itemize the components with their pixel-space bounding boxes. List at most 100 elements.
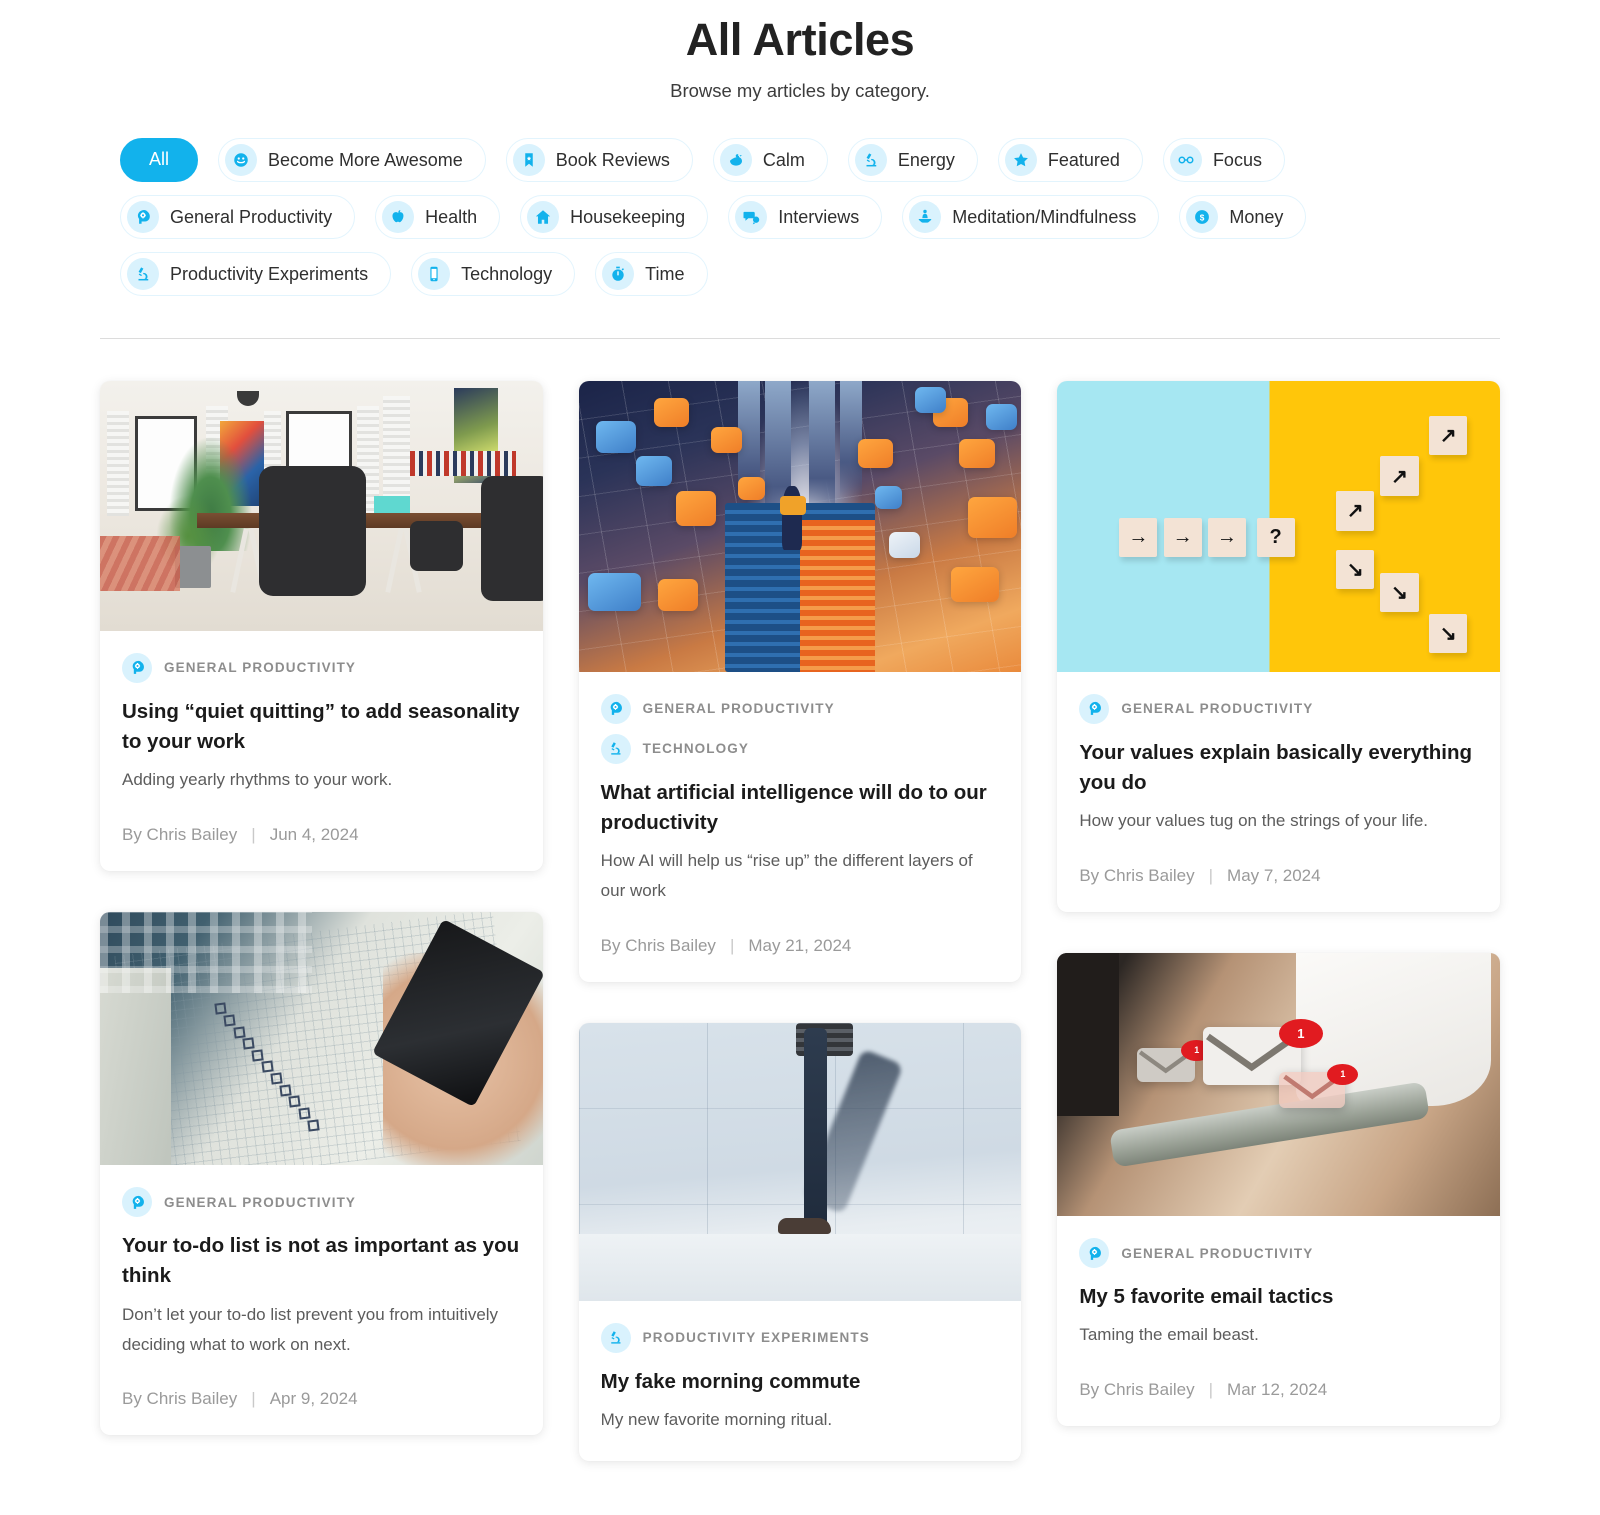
article-title[interactable]: Your to-do list is not as important as y…: [122, 1231, 521, 1292]
microscope-icon: [600, 733, 631, 764]
article-category[interactable]: General Productivity: [1079, 693, 1478, 724]
article-card-body: General Productivity Using “quiet quittin…: [100, 631, 543, 871]
duck-icon: [719, 143, 752, 176]
filter-chip-label: Meditation/Mindfulness: [952, 206, 1137, 227]
article-excerpt: How your values tug on the strings of yo…: [1079, 811, 1429, 831]
arrow-block: →: [1207, 517, 1246, 557]
dollar-coin-icon: $: [1186, 200, 1219, 233]
article-card-body: Productivity Experiments My fake morning …: [579, 1301, 1022, 1461]
article-card-body: General Productivity Your values explain …: [1057, 672, 1500, 912]
article-excerpt: How AI will help us “rise up” the differ…: [600, 851, 973, 901]
page-header: All Articles Browse my articles by categ…: [0, 0, 1600, 102]
article-card[interactable]: → → →? ↗ ↗ ↗ ↘ ↘ ↘ General Productivity Your value…: [1057, 380, 1501, 913]
filter-chip-time[interactable]: Time: [595, 251, 708, 296]
article-category-label: Productivity Experiments: [642, 1330, 870, 1346]
filter-chip-interviews[interactable]: Interviews: [728, 194, 883, 239]
article-category[interactable]: General Productivity: [122, 1187, 521, 1218]
article-category-label: General Productivity: [164, 1194, 357, 1210]
filter-chip-label: Calm: [762, 149, 805, 170]
arrow-block: ↘: [1336, 549, 1375, 589]
speech-bubbles-icon: [735, 200, 768, 233]
article-category-label: General Productivity: [642, 701, 835, 717]
meditation-icon: [909, 200, 942, 233]
article-title[interactable]: Your values explain basically everything…: [1079, 738, 1478, 799]
article-grid: General Productivity Using “quiet quittin…: [100, 380, 1501, 1502]
filter-chip-productivity-experiments[interactable]: Productivity Experiments: [120, 251, 392, 296]
microscope-icon: [854, 143, 887, 176]
article-image: [100, 380, 543, 631]
article-author: By Chris Bailey: [122, 1389, 238, 1409]
filter-chip-label: Technology: [461, 263, 553, 284]
article-category[interactable]: Productivity Experiments: [600, 1322, 1000, 1353]
article-column-1: General Productivity Using “quiet quittin…: [100, 380, 543, 1477]
filter-chip-energy[interactable]: Energy: [847, 137, 978, 182]
meta-separator: |: [729, 935, 735, 955]
article-category[interactable]: Technology: [600, 733, 1000, 764]
articles-page: All Articles Browse my articles by categ…: [0, 0, 1600, 1515]
page-subtitle: Browse my articles by category.: [670, 79, 930, 101]
article-image: [100, 912, 543, 1166]
glasses-icon: [1169, 143, 1202, 176]
article-category[interactable]: General Productivity: [1079, 1238, 1478, 1269]
filter-chip-label: Money: [1229, 206, 1284, 227]
article-image: 111: [1057, 953, 1501, 1217]
smartphone-icon: [418, 257, 451, 290]
article-card[interactable]: General Productivity Your to-do list is n…: [100, 912, 543, 1436]
article-category[interactable]: General Productivity: [600, 693, 1000, 724]
article-title[interactable]: Using “quiet quitting” to add seasonalit…: [122, 697, 521, 758]
filter-chip-label: Health: [425, 206, 478, 227]
article-card[interactable]: Productivity Experiments My fake morning …: [578, 1022, 1022, 1461]
arrow-block: →: [1119, 517, 1158, 557]
filter-chip-all[interactable]: All: [120, 137, 199, 182]
article-category[interactable]: General Productivity: [122, 652, 521, 683]
head-gear-icon: [1079, 693, 1110, 724]
filter-chip-become-more-awesome[interactable]: Become More Awesome: [218, 137, 486, 182]
filter-chip-book-reviews[interactable]: Book Reviews: [505, 137, 693, 182]
filter-chip-label: Energy: [897, 149, 955, 170]
article-column-3: → → →? ↗ ↗ ↗ ↘ ↘ ↘ General Productivity Your value…: [1057, 380, 1501, 1467]
article-meta: By Chris Bailey | May 7, 2024: [1079, 866, 1478, 886]
filter-chip-featured[interactable]: Featured: [997, 137, 1143, 182]
meta-separator: |: [251, 1389, 256, 1409]
section-divider: [100, 337, 1500, 339]
filter-chip-housekeeping[interactable]: Housekeeping: [520, 194, 709, 239]
article-card-body: General Productivity My 5 favorite email …: [1057, 1216, 1500, 1426]
filter-chip-label: Productivity Experiments: [170, 263, 369, 284]
article-card[interactable]: General Productivity Technology What artif…: [578, 380, 1022, 982]
filter-chip-focus[interactable]: Focus: [1162, 137, 1285, 182]
filter-chip-technology[interactable]: Technology: [411, 251, 576, 296]
article-date: May 21, 2024: [748, 935, 852, 955]
article-card[interactable]: 1 1 1 General Productivity My 5 favorite ema…: [1057, 953, 1501, 1427]
article-image: [578, 1022, 1022, 1301]
article-date: Apr 9, 2024: [269, 1389, 358, 1409]
arrow-block: ?: [1256, 517, 1295, 557]
smiley-icon: [225, 143, 258, 176]
filter-chip-label: Become More Awesome: [268, 149, 463, 170]
article-title[interactable]: What artificial intelligence will do to …: [601, 778, 1000, 839]
filter-chip-general-productivity[interactable]: General Productivity: [120, 194, 356, 239]
article-card[interactable]: General Productivity Using “quiet quittin…: [100, 380, 543, 872]
house-icon: [527, 200, 560, 233]
meta-separator: |: [1208, 1380, 1214, 1400]
filter-chip-health[interactable]: Health: [375, 194, 501, 239]
article-excerpt: Taming the email beast.: [1079, 1325, 1259, 1345]
head-gear-icon: [127, 200, 159, 233]
filter-chip-calm[interactable]: Calm: [712, 137, 828, 182]
article-title[interactable]: My fake morning commute: [601, 1367, 1000, 1397]
article-column-2: General Productivity Technology What artif…: [578, 380, 1022, 1502]
article-meta: By Chris Bailey | May 21, 2024: [601, 936, 1000, 956]
filter-chip-money[interactable]: $ Money: [1179, 194, 1307, 239]
filter-chip-label: Interviews: [778, 206, 860, 227]
bookmark-icon: [512, 143, 545, 176]
article-excerpt: Don’t let your to-do list prevent you fr…: [122, 1304, 499, 1354]
filter-chip-meditation-mindfulness[interactable]: Meditation/Mindfulness: [902, 194, 1160, 239]
filter-chip-label: Time: [645, 263, 685, 284]
article-meta: By Chris Bailey | Mar 12, 2024: [1079, 1380, 1478, 1400]
article-author: By Chris Bailey: [1079, 866, 1195, 886]
arrow-block: ↗: [1380, 456, 1419, 496]
article-card-body: General Productivity Technology What artif…: [579, 672, 1022, 982]
article-title[interactable]: My 5 favorite email tactics: [1079, 1282, 1478, 1312]
filter-chip-label: Book Reviews: [555, 149, 670, 170]
arrow-block: ↗: [1429, 415, 1468, 455]
article-category-label: General Productivity: [164, 660, 357, 676]
